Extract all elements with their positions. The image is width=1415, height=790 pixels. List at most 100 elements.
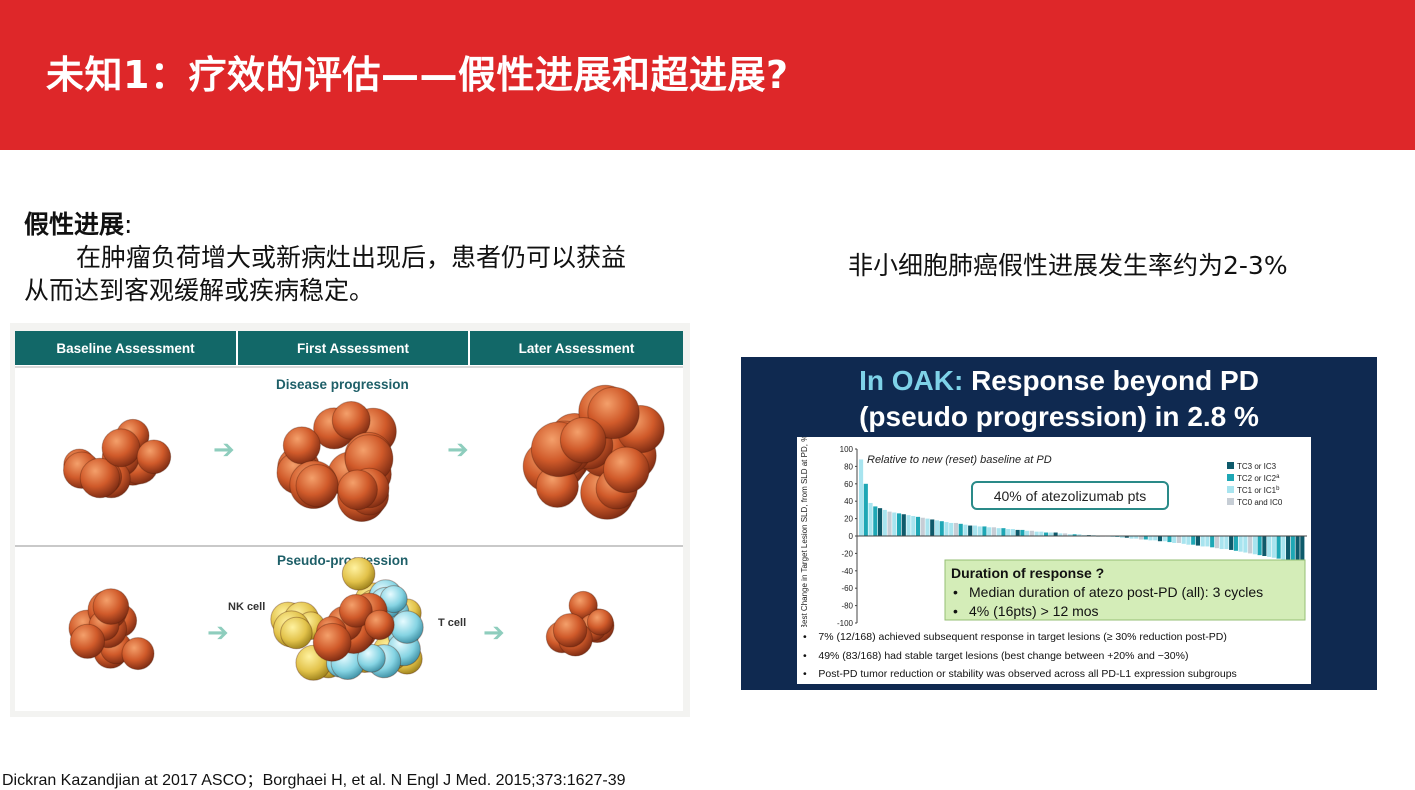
waterfall-bar xyxy=(1006,529,1011,536)
tumor-cell xyxy=(603,446,650,494)
waterfall-bar xyxy=(1138,536,1144,540)
waterfall-bar xyxy=(1010,529,1015,536)
tumor-cell xyxy=(101,428,141,468)
tumor-cell xyxy=(121,637,155,671)
waterfall-bar xyxy=(906,515,911,536)
waterfall-bar xyxy=(1039,531,1044,536)
note-3-text: Post-PD tumor reduction or stability was… xyxy=(818,668,1237,680)
bullet-icon: • xyxy=(803,631,819,643)
waterfall-bar xyxy=(1271,536,1276,558)
waterfall-bar xyxy=(1029,530,1034,536)
oak-title-highlight: In OAK: xyxy=(859,365,964,396)
waterfall-bar xyxy=(1015,529,1020,536)
waterfall-bar xyxy=(896,513,902,536)
y-tick-label: 0 xyxy=(849,532,854,541)
waterfall-bar xyxy=(1248,536,1253,554)
waterfall-bar xyxy=(958,523,963,536)
waterfall-bar xyxy=(1157,536,1163,542)
oak-title-line1: In OAK: Response beyond PD xyxy=(741,365,1377,397)
waterfall-bar xyxy=(887,511,892,536)
tumor-cell xyxy=(559,417,607,464)
oak-title-rest: Response beyond PD xyxy=(963,365,1259,396)
tumor-cell xyxy=(69,623,106,659)
waterfall-bar xyxy=(1214,536,1219,549)
y-axis-ticks: 100 80 60 40 20 0 -20 -40 -60 -80 -100 xyxy=(837,445,857,628)
pseudo-progression-definition: 假性进展: 在肿瘤负荷增大或新病灶出现后，患者仍可以获益 从而达到客观缓解或疾病… xyxy=(24,208,704,307)
bullet-icon: • xyxy=(953,603,958,619)
waterfall-chart: 100 80 60 40 20 0 -20 -40 -60 -80 -100 Best Change… xyxy=(800,435,1307,629)
note-2-text: 49% (83/168) had stable target lesions (… xyxy=(818,650,1189,662)
waterfall-bar xyxy=(953,522,959,536)
notes-box: • 7% (12/168) achieved subsequent respon… xyxy=(797,627,1311,684)
waterfall-bar xyxy=(868,502,873,536)
waterfall-bar xyxy=(944,522,949,536)
arrow-right-icon: ➔ xyxy=(213,434,235,464)
bullet-icon: • xyxy=(803,650,819,662)
waterfall-bar xyxy=(1048,532,1053,536)
nk-cell xyxy=(280,616,313,650)
waterfall-bar xyxy=(982,526,987,536)
waterfall-bar xyxy=(930,519,935,536)
waterfall-bar xyxy=(882,509,887,536)
assessment-figure: Baseline Assessment First Assessment Lat… xyxy=(10,323,690,717)
waterfall-bar xyxy=(901,514,906,536)
waterfall-bar xyxy=(1229,536,1234,550)
waterfall-bar xyxy=(1252,536,1257,555)
waterfall-bar xyxy=(1176,536,1182,543)
y-tick-label: 60 xyxy=(844,480,853,489)
incidence-statement: 非小细胞肺癌假性进展发生率约为2-3% xyxy=(848,251,1288,280)
waterfall-bar xyxy=(877,508,883,536)
tumor-cell xyxy=(337,469,378,511)
waterfall-bar xyxy=(915,516,921,536)
note-1: • 7% (12/168) achieved subsequent respon… xyxy=(803,631,1227,643)
callout-text: 40% of atezolizumab pts xyxy=(994,488,1147,504)
waterfall-bar xyxy=(1238,536,1243,552)
waterfall-bar xyxy=(1143,536,1148,540)
definition-label: 假性进展 xyxy=(24,210,125,239)
waterfall-bar xyxy=(925,518,930,536)
y-tick-label: -100 xyxy=(837,619,854,627)
definition-colon: : xyxy=(124,210,133,239)
waterfall-bar xyxy=(977,526,982,536)
waterfall-bar xyxy=(1148,536,1153,541)
chart-annotation: Relative to new (reset) baseline at PD xyxy=(867,454,1052,466)
waterfall-bar xyxy=(1262,536,1267,557)
waterfall-bar xyxy=(1243,536,1248,553)
waterfall-bar xyxy=(1191,536,1196,545)
waterfall-bar xyxy=(1295,536,1300,563)
tumor-cell xyxy=(586,608,614,636)
tumor-cell xyxy=(312,622,352,662)
tumor-cell xyxy=(295,464,339,508)
waterfall-bar xyxy=(1257,536,1262,556)
waterfall-bar xyxy=(1200,536,1205,547)
slide-title: 未知1：疗效的评估——假性进展和超进展? xyxy=(46,53,789,97)
waterfall-bar xyxy=(1186,536,1191,545)
bullet-icon: • xyxy=(953,584,958,600)
y-tick-label: 20 xyxy=(844,515,853,524)
waterfall-bar xyxy=(1172,536,1177,543)
duration-title: Duration of response ? xyxy=(951,565,1104,581)
legend-swatch xyxy=(1227,486,1234,493)
arrow-right-icon: ➔ xyxy=(207,617,229,647)
waterfall-bar xyxy=(1267,536,1272,557)
waterfall-bar xyxy=(991,527,996,536)
waterfall-bar xyxy=(934,520,940,536)
waterfall-bar xyxy=(1276,536,1281,559)
legend-label: TC0 and IC0 xyxy=(1237,498,1283,507)
tumor-cell xyxy=(364,609,395,641)
waterfall-bar xyxy=(1286,536,1291,562)
y-tick-label: -80 xyxy=(841,602,853,611)
waterfall-bar xyxy=(1224,536,1229,550)
duration-bullet1: Median duration of atezo post-PD (all): … xyxy=(969,584,1263,600)
definition-line2: 从而达到客观缓解或疾病稳定。 xyxy=(24,276,375,305)
waterfall-bar xyxy=(911,515,916,536)
tumor-cell xyxy=(92,588,130,625)
legend-swatch xyxy=(1227,462,1234,469)
waterfall-bar xyxy=(996,528,1001,536)
waterfall-bar xyxy=(892,512,897,536)
waterfall-bar xyxy=(873,506,878,536)
waterfall-bar xyxy=(968,525,973,536)
legend-swatch xyxy=(1227,474,1234,481)
waterfall-bar xyxy=(1162,536,1167,542)
waterfall-bar xyxy=(1025,530,1030,536)
